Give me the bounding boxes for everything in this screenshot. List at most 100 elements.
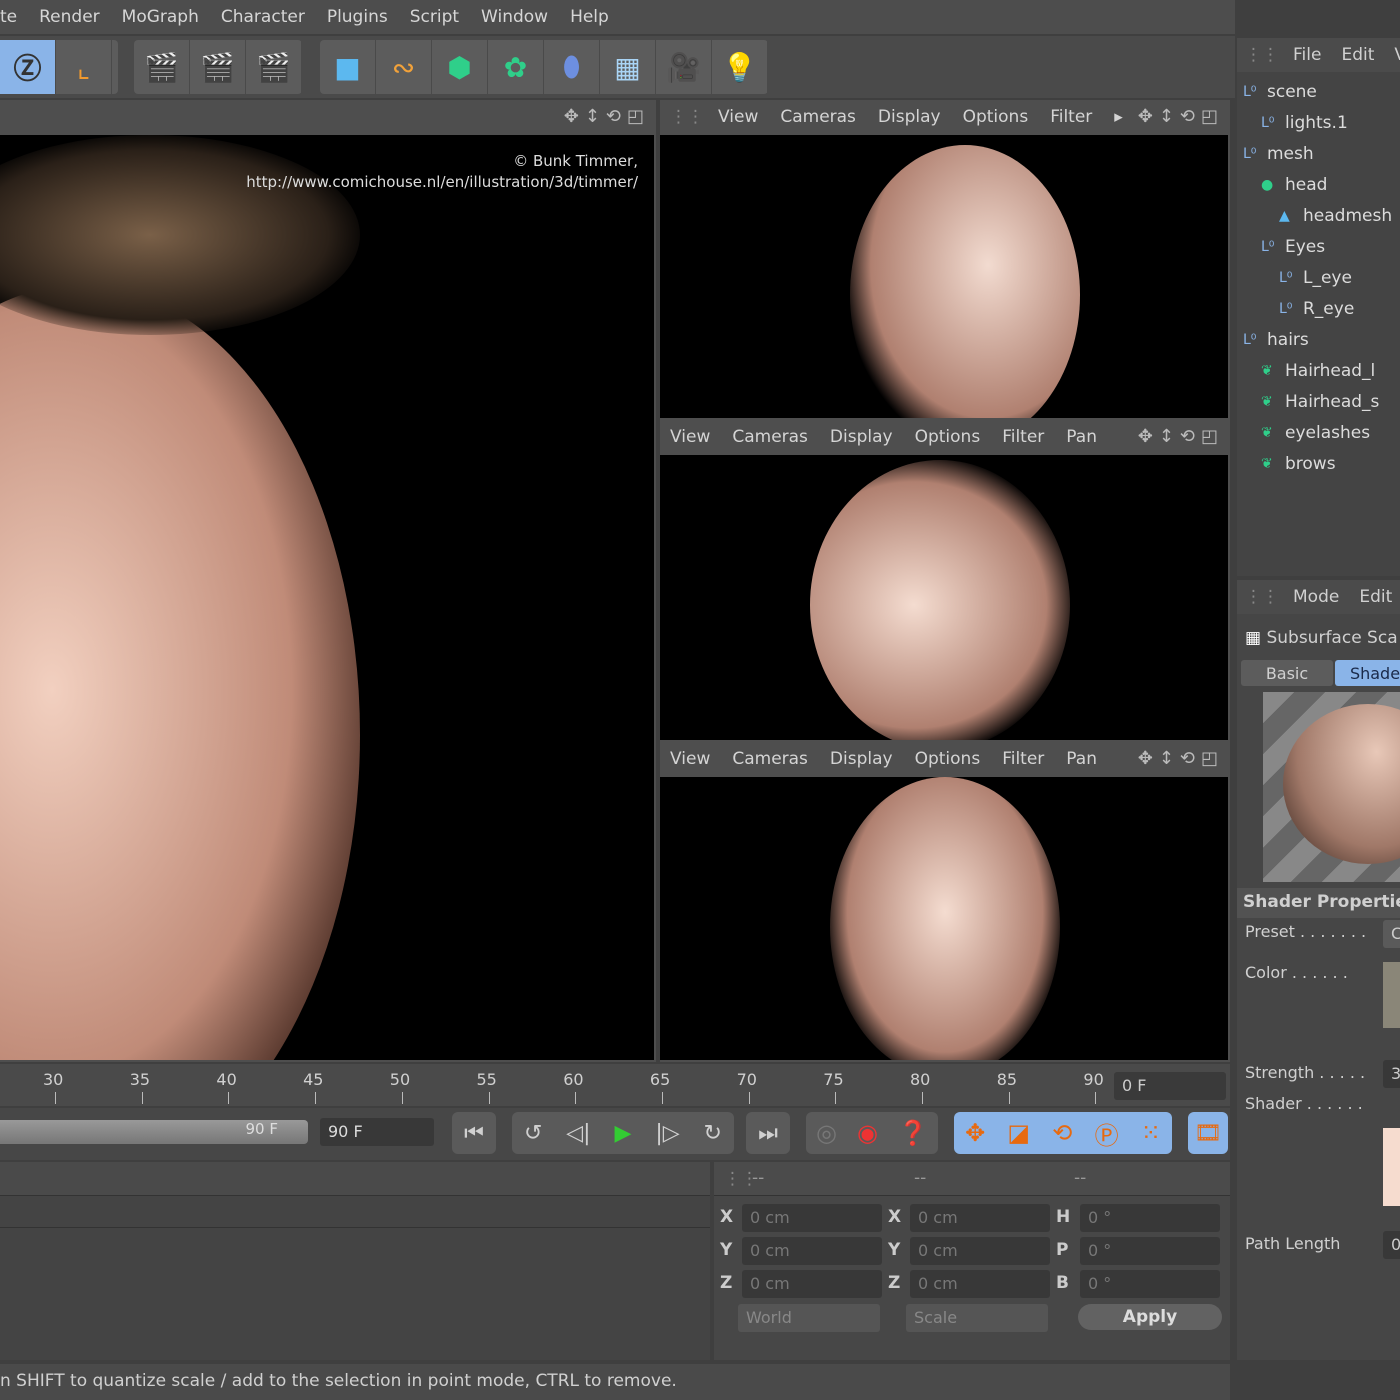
menu-item[interactable]: Window	[481, 7, 548, 27]
menu-cameras[interactable]: Cameras	[780, 107, 856, 127]
coordinate-field[interactable]: 0 cm	[910, 1204, 1050, 1232]
menu-display[interactable]: Display	[830, 427, 893, 447]
menu-item[interactable]: te	[0, 7, 17, 27]
parameter-key-icon[interactable]: Ⓟ	[1095, 1116, 1119, 1151]
end-frame-field[interactable]: 90 F	[320, 1118, 434, 1146]
credit-url[interactable]: http://www.comichouse.nl/en/illustration…	[246, 172, 638, 193]
coordinate-field[interactable]: 0 °	[1080, 1204, 1220, 1232]
coordinate-system-dropdown[interactable]: World	[738, 1304, 880, 1332]
keyframe-icon[interactable]: ◎	[816, 1119, 837, 1147]
menu-item[interactable]: Character	[221, 7, 305, 27]
color-swatch[interactable]	[1383, 962, 1400, 1028]
cube-icon[interactable]: ■	[320, 40, 376, 94]
z-axis-lock-icon[interactable]: Ⓩ	[0, 40, 56, 94]
menu-options[interactable]: Options	[915, 427, 981, 447]
viewport-nav-icons[interactable]: ✥↕⟲◰	[1138, 426, 1224, 447]
step-back-icon[interactable]: ◁|	[566, 1121, 590, 1146]
viewport-top[interactable]	[660, 135, 1228, 418]
render-view[interactable]: © Bunk Timmer, http://www.comichouse.nl/…	[0, 135, 654, 1060]
viewport-nav-icons[interactable]: ✥↕⟲◰	[1138, 748, 1224, 769]
tree-item[interactable]: ❦ brows	[1237, 448, 1400, 479]
viewport-nav-icons[interactable]: ✥↕⟲◰	[1138, 106, 1224, 127]
tree-item[interactable]: ❦ Hairhead_l	[1237, 355, 1400, 386]
tree-item[interactable]: ❦ eyelashes	[1237, 417, 1400, 448]
coordinate-field[interactable]: 0 cm	[742, 1204, 882, 1232]
menu-filter[interactable]: Filter	[1002, 427, 1044, 447]
world-coordinate-icon[interactable]: ⌞	[56, 40, 112, 94]
menu-options[interactable]: Options	[915, 749, 981, 769]
coordinate-field[interactable]: 0 cm	[742, 1237, 882, 1265]
menu-item[interactable]: Script	[410, 7, 459, 27]
tree-item[interactable]: L⁰ mesh	[1237, 138, 1400, 169]
tree-item[interactable]: ▲ headmesh	[1237, 200, 1400, 231]
tree-item[interactable]: L⁰ L_eye	[1237, 262, 1400, 293]
coordinate-field[interactable]: 0 °	[1080, 1270, 1220, 1298]
menu-edit[interactable]: Edit	[1359, 587, 1392, 607]
apply-button[interactable]: Apply	[1078, 1304, 1222, 1330]
menu-item[interactable]: Render	[39, 7, 100, 27]
more-arrow-icon[interactable]: ▸	[1114, 107, 1123, 127]
tree-item[interactable]: L⁰ R_eye	[1237, 293, 1400, 324]
viewport-side[interactable]	[660, 455, 1228, 740]
render-picture-viewer-icon[interactable]: 🎬	[190, 40, 246, 94]
tree-item[interactable]: L⁰ lights.1	[1237, 107, 1400, 138]
coordinate-field[interactable]: 0 cm	[742, 1270, 882, 1298]
menu-item[interactable]: Help	[570, 7, 609, 27]
go-to-start-icon[interactable]: ⏮	[452, 1112, 496, 1154]
viewport-nav-icons[interactable]: ✥↕⟲◰	[564, 106, 650, 127]
position-key-icon[interactable]: ✥	[965, 1119, 985, 1147]
record-icon[interactable]: ◉	[857, 1119, 878, 1147]
tree-item[interactable]: L⁰ hairs	[1237, 324, 1400, 355]
viewport-front[interactable]	[660, 777, 1228, 1060]
menu-view[interactable]: Vi	[1394, 45, 1400, 65]
path-length-field[interactable]: 0	[1383, 1231, 1400, 1259]
menu-pan[interactable]: Pan	[1066, 427, 1097, 447]
menu-view[interactable]: View	[718, 107, 758, 127]
light-icon[interactable]: 💡	[712, 40, 768, 94]
menu-item[interactable]: Plugins	[327, 7, 388, 27]
menu-file[interactable]: File	[1293, 45, 1321, 65]
deformer-icon[interactable]: ⬮	[544, 40, 600, 94]
timeline-ruler[interactable]: 30 35 40 45 50 55 60 65 70 75 80 85 90 0 F	[0, 1064, 1230, 1106]
tab-basic[interactable]: Basic	[1241, 660, 1333, 686]
menu-view[interactable]: View	[670, 749, 710, 769]
menu-cameras[interactable]: Cameras	[732, 749, 808, 769]
scale-key-icon[interactable]: ◪	[1007, 1119, 1030, 1147]
tree-item[interactable]: L⁰ scene	[1237, 76, 1400, 107]
menu-filter[interactable]: Filter	[1002, 749, 1044, 769]
tab-shader[interactable]: Shade	[1335, 660, 1400, 686]
autokey-icon[interactable]: ❓	[898, 1119, 928, 1147]
floor-icon[interactable]: ▦	[600, 40, 656, 94]
menu-mode[interactable]: Mode	[1293, 587, 1339, 607]
menu-view[interactable]: View	[670, 427, 710, 447]
play-icon[interactable]: ▶	[615, 1121, 632, 1146]
timeline-film-icon[interactable]: 🎞	[1188, 1112, 1228, 1154]
transform-type-dropdown[interactable]: Scale	[906, 1304, 1048, 1332]
strength-field[interactable]: 3	[1383, 1060, 1400, 1088]
frame-range-slider[interactable]: 90 F	[0, 1120, 308, 1144]
go-to-end-icon[interactable]: ⏭	[746, 1112, 790, 1154]
preset-dropdown[interactable]: C	[1383, 920, 1400, 948]
nurbs-icon[interactable]: ⬢	[432, 40, 488, 94]
menu-edit[interactable]: Edit	[1341, 45, 1374, 65]
spline-icon[interactable]: ∾	[376, 40, 432, 94]
tree-item[interactable]: ● head	[1237, 169, 1400, 200]
point-key-icon[interactable]: ⁙	[1141, 1119, 1161, 1147]
tree-item[interactable]: ❦ Hairhead_s	[1237, 386, 1400, 417]
tree-item[interactable]: L⁰ Eyes	[1237, 231, 1400, 262]
menu-item[interactable]: MoGraph	[122, 7, 199, 27]
array-icon[interactable]: ✿	[488, 40, 544, 94]
prev-key-icon[interactable]: ↺	[524, 1121, 542, 1146]
camera-icon[interactable]: 🎥	[656, 40, 712, 94]
menu-filter[interactable]: Filter	[1050, 107, 1092, 127]
coordinate-field[interactable]: 0 cm	[910, 1270, 1050, 1298]
coordinate-field[interactable]: 0 cm	[910, 1237, 1050, 1265]
menu-pan[interactable]: Pan	[1066, 749, 1097, 769]
next-key-icon[interactable]: ↻	[704, 1121, 722, 1146]
menu-cameras[interactable]: Cameras	[732, 427, 808, 447]
current-frame-field[interactable]: 0 F	[1114, 1072, 1226, 1100]
rotation-key-icon[interactable]: ⟲	[1052, 1119, 1072, 1147]
shader-swatch[interactable]	[1383, 1128, 1400, 1206]
menu-display[interactable]: Display	[830, 749, 893, 769]
step-forward-icon[interactable]: |▷	[655, 1121, 679, 1146]
